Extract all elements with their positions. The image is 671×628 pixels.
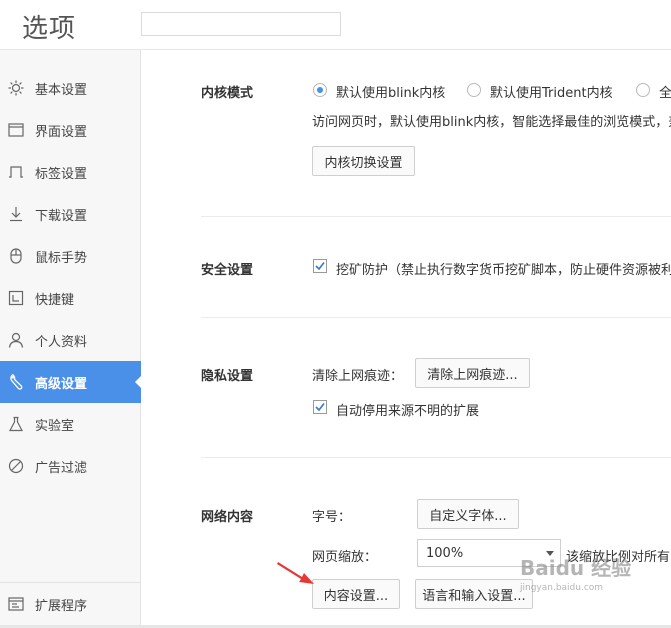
sidebar-item-label: 界面设置 xyxy=(35,124,88,140)
font-size-label: 字号： xyxy=(312,510,352,525)
sidebar-item-download[interactable]: 下载设置 xyxy=(0,193,141,235)
clear-history-label: 清除上网痕迹： xyxy=(312,369,404,384)
flask-icon xyxy=(8,416,24,432)
radio-blink[interactable] xyxy=(313,83,327,97)
window-icon xyxy=(8,122,24,138)
watermark-url: jingyan.baidu.com xyxy=(520,583,604,593)
sun-icon xyxy=(8,80,24,96)
section-title-privacy: 隐私设置 xyxy=(201,369,254,384)
radio-trident-label: 默认使用Trident内核 xyxy=(490,86,613,101)
search-input[interactable] xyxy=(141,12,341,36)
kernel-switch-button[interactable]: 内核切换设置 xyxy=(312,146,415,176)
sidebar-item-label: 扩展程序 xyxy=(35,598,88,614)
sidebar-item-basic[interactable]: 基本设置 xyxy=(0,67,141,109)
user-icon xyxy=(8,332,24,348)
settings-content: 内核模式 默认使用blink内核 默认使用Trident内核 全 访问网页时，默… xyxy=(142,50,671,628)
block-icon xyxy=(8,458,24,474)
header: 选项 xyxy=(0,0,671,50)
sidebar-item-label: 下载设置 xyxy=(35,208,88,224)
sidebar-item-advanced[interactable]: 高级设置 xyxy=(0,361,142,403)
section-divider xyxy=(201,317,671,318)
extension-icon xyxy=(8,596,24,612)
sidebar-item-label: 鼠标手势 xyxy=(35,250,88,266)
sidebar-item-label: 高级设置 xyxy=(35,376,88,392)
sidebar: 基本设置 界面设置 标签设置 下载设置 鼠标手势 快捷键 个人资料 高级设置 实… xyxy=(0,50,142,628)
sidebar-item-label: 快捷键 xyxy=(35,292,75,308)
sidebar-item-mouse[interactable]: 鼠标手势 xyxy=(0,235,141,277)
sidebar-item-label: 标签设置 xyxy=(35,166,88,182)
kernel-description: 访问网页时，默认使用blink内核，智能选择最佳的浏览模式，兼 xyxy=(312,115,671,130)
radio-blink-label: 默认使用blink内核 xyxy=(336,86,446,101)
sidebar-item-label: 基本设置 xyxy=(35,82,88,98)
tab-icon xyxy=(8,164,24,180)
section-title-kernel: 内核模式 xyxy=(201,86,254,101)
zoom-select-value: 100% xyxy=(426,545,464,561)
disable-unknown-extensions-checkbox[interactable] xyxy=(313,400,327,414)
mouse-icon xyxy=(8,248,24,264)
zoom-label: 网页缩放： xyxy=(312,550,378,565)
mining-protection-checkbox[interactable] xyxy=(313,259,327,273)
sidebar-item-extensions[interactable]: 扩展程序 xyxy=(0,583,141,625)
red-arrow-annotation xyxy=(277,562,314,584)
custom-font-button[interactable]: 自定义字体... xyxy=(417,499,519,529)
sidebar-item-label: 个人资料 xyxy=(35,334,88,350)
section-title-network: 网络内容 xyxy=(201,510,254,525)
language-input-settings-button[interactable]: 语言和输入设置... xyxy=(415,579,533,609)
shortcut-icon xyxy=(8,290,24,306)
mining-protection-label: 挖矿防护（禁止执行数字货币挖矿脚本，防止硬件资源被利 xyxy=(336,263,671,278)
sidebar-item-shortcut[interactable]: 快捷键 xyxy=(0,277,141,319)
section-divider xyxy=(201,216,671,217)
sidebar-item-adblock[interactable]: 广告过滤 xyxy=(0,445,141,487)
download-icon xyxy=(8,206,24,222)
content-settings-button[interactable]: 内容设置... xyxy=(312,579,400,609)
wrench-icon xyxy=(8,374,24,390)
sidebar-item-profile[interactable]: 个人资料 xyxy=(0,319,141,361)
sidebar-item-tabs[interactable]: 标签设置 xyxy=(0,151,141,193)
radio-trident[interactable] xyxy=(467,83,481,97)
baidu-watermark: Baidu 经验 jingyan.baidu.com xyxy=(520,552,665,608)
sidebar-item-interface[interactable]: 界面设置 xyxy=(0,109,141,151)
radio-full-label: 全 xyxy=(659,86,671,101)
radio-full[interactable] xyxy=(636,83,650,97)
clear-history-button[interactable]: 清除上网痕迹... xyxy=(415,358,530,388)
section-divider xyxy=(201,457,671,458)
sidebar-item-lab[interactable]: 实验室 xyxy=(0,403,141,445)
page-title: 选项 xyxy=(22,14,77,44)
watermark-text: Baidu 经验 xyxy=(520,556,632,580)
section-title-security: 安全设置 xyxy=(201,263,254,278)
disable-unknown-extensions-label: 自动停用来源不明的扩展 xyxy=(336,404,480,419)
sidebar-item-label: 广告过滤 xyxy=(35,460,88,476)
sidebar-item-label: 实验室 xyxy=(35,418,75,434)
